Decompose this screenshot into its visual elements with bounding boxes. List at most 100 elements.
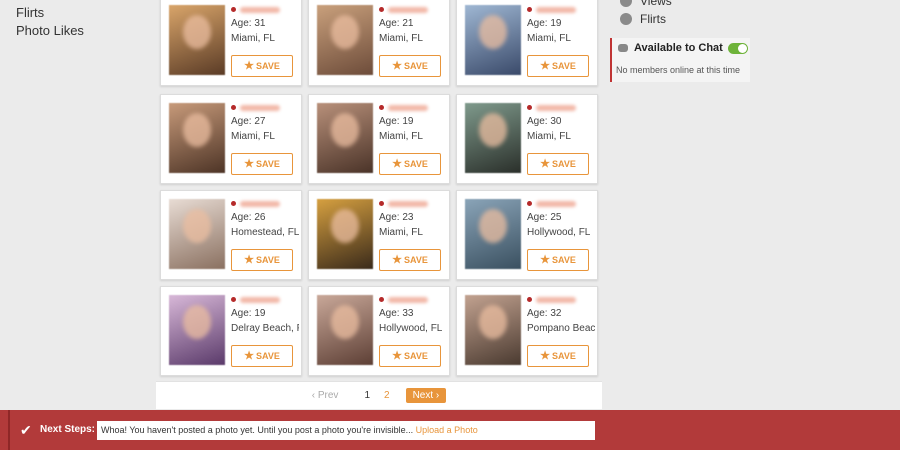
- chat-toggle[interactable]: [728, 43, 748, 54]
- member-card[interactable]: Age: 19 Miami, FL ★ SAVE: [456, 0, 598, 86]
- left-nav: Flirts Photo Likes: [16, 4, 84, 40]
- member-name-blurred: [240, 200, 280, 207]
- online-status-dot: [379, 105, 384, 110]
- member-info: Age: 19 Delray Beach, F: [231, 293, 299, 336]
- member-photo[interactable]: [169, 295, 225, 365]
- online-status-dot: [231, 7, 236, 12]
- member-name-blurred: [536, 6, 576, 13]
- member-age: Age: 27: [231, 116, 266, 127]
- member-photo[interactable]: [465, 295, 521, 365]
- member-card[interactable]: Age: 19 Miami, FL ★ SAVE: [308, 94, 450, 184]
- member-name-row[interactable]: [527, 101, 595, 114]
- save-button[interactable]: ★ SAVE: [379, 345, 441, 367]
- member-age: Age: 26: [231, 212, 266, 223]
- member-name-blurred: [388, 296, 428, 303]
- eye-icon: [620, 0, 632, 7]
- member-photo[interactable]: [317, 295, 373, 365]
- member-name-row[interactable]: [379, 197, 447, 210]
- member-location: Hollywood, FL: [379, 323, 443, 334]
- member-photo[interactable]: [169, 103, 225, 173]
- member-photo[interactable]: [317, 5, 373, 75]
- save-label: SAVE: [256, 159, 280, 169]
- prev-label: Prev: [317, 390, 339, 401]
- member-name-row[interactable]: [231, 197, 299, 210]
- chat-status: No members online at this time: [616, 65, 741, 75]
- member-name-row[interactable]: [231, 101, 299, 114]
- right-item-flirts[interactable]: Flirts: [620, 12, 666, 26]
- nav-item-flirts[interactable]: Flirts: [16, 4, 84, 22]
- member-card[interactable]: Age: 19 Delray Beach, F ★ SAVE: [160, 286, 302, 376]
- save-label: SAVE: [404, 61, 428, 71]
- prev-page-button[interactable]: ‹ Prev: [312, 390, 339, 401]
- member-card[interactable]: Age: 23 Miami, FL ★ SAVE: [308, 190, 450, 280]
- right-item-views[interactable]: Views: [620, 0, 672, 8]
- member-age: Age: 32: [527, 308, 562, 319]
- save-button[interactable]: ★ SAVE: [527, 153, 589, 175]
- member-card[interactable]: Age: 30 Miami, FL ★ SAVE: [456, 94, 598, 184]
- member-name-row[interactable]: [231, 3, 299, 16]
- member-card[interactable]: Age: 31 Miami, FL ★ SAVE: [160, 0, 302, 86]
- member-card[interactable]: Age: 27 Miami, FL ★ SAVE: [160, 94, 302, 184]
- member-info: Age: 26 Homestead, FL: [231, 197, 299, 240]
- save-label: SAVE: [256, 61, 280, 71]
- save-label: SAVE: [404, 255, 428, 265]
- save-button[interactable]: ★ SAVE: [231, 153, 293, 175]
- save-button[interactable]: ★ SAVE: [379, 55, 441, 77]
- member-card[interactable]: Age: 25 Hollywood, FL ★ SAVE: [456, 190, 598, 280]
- member-name-row[interactable]: [379, 101, 447, 114]
- save-label: SAVE: [404, 159, 428, 169]
- member-name-row[interactable]: [527, 197, 595, 210]
- member-name-blurred: [536, 200, 576, 207]
- member-location: Miami, FL: [527, 131, 571, 142]
- star-icon: ★: [540, 254, 551, 266]
- member-info: Age: 19 Miami, FL: [379, 101, 447, 144]
- star-icon: ★: [540, 158, 551, 170]
- member-name-row[interactable]: [527, 3, 595, 16]
- member-photo[interactable]: [465, 103, 521, 173]
- online-status-dot: [231, 105, 236, 110]
- member-name-blurred: [536, 296, 576, 303]
- member-age: Age: 30: [527, 116, 562, 127]
- upload-photo-link[interactable]: Upload a Photo: [416, 425, 478, 435]
- star-icon: ★: [540, 60, 551, 72]
- footer-accent: [8, 410, 10, 450]
- member-photo[interactable]: [465, 199, 521, 269]
- page-2[interactable]: 2: [384, 390, 390, 401]
- member-info: Age: 31 Miami, FL: [231, 3, 299, 46]
- member-photo[interactable]: [465, 5, 521, 75]
- member-card[interactable]: Age: 33 Hollywood, FL ★ SAVE: [308, 286, 450, 376]
- member-info: Age: 19 Miami, FL: [527, 3, 595, 46]
- member-card[interactable]: Age: 26 Homestead, FL ★ SAVE: [160, 190, 302, 280]
- member-name-row[interactable]: [379, 293, 447, 306]
- member-info: Age: 27 Miami, FL: [231, 101, 299, 144]
- save-button[interactable]: ★ SAVE: [379, 153, 441, 175]
- member-photo[interactable]: [317, 103, 373, 173]
- save-button[interactable]: ★ SAVE: [231, 345, 293, 367]
- member-photo[interactable]: [317, 199, 373, 269]
- online-status-dot: [527, 201, 532, 206]
- member-name-row[interactable]: [527, 293, 595, 306]
- member-photo[interactable]: [169, 5, 225, 75]
- save-label: SAVE: [552, 159, 576, 169]
- member-card[interactable]: Age: 21 Miami, FL ★ SAVE: [308, 0, 450, 86]
- nav-item-photo-likes[interactable]: Photo Likes: [16, 22, 84, 40]
- online-status-dot: [231, 297, 236, 302]
- pagination: ‹ Prev 1 2 Next ›: [156, 381, 602, 409]
- save-button[interactable]: ★ SAVE: [527, 345, 589, 367]
- member-name-row[interactable]: [231, 293, 299, 306]
- save-button[interactable]: ★ SAVE: [231, 249, 293, 271]
- save-button[interactable]: ★ SAVE: [527, 55, 589, 77]
- save-button[interactable]: ★ SAVE: [527, 249, 589, 271]
- save-button[interactable]: ★ SAVE: [379, 249, 441, 271]
- next-steps-bar: ✔ Next Steps: Whoa! You haven't posted a…: [0, 410, 900, 450]
- member-name-row[interactable]: [379, 3, 447, 16]
- member-photo[interactable]: [169, 199, 225, 269]
- member-location: Miami, FL: [527, 33, 571, 44]
- member-location: Miami, FL: [231, 131, 275, 142]
- save-button[interactable]: ★ SAVE: [231, 55, 293, 77]
- member-card[interactable]: Age: 32 Pompano Beach ★ SAVE: [456, 286, 598, 376]
- next-steps-message: Whoa! You haven't posted a photo yet. Un…: [97, 421, 595, 440]
- page-1[interactable]: 1: [364, 390, 370, 401]
- member-age: Age: 33: [379, 308, 414, 319]
- next-page-button[interactable]: Next ›: [405, 388, 447, 403]
